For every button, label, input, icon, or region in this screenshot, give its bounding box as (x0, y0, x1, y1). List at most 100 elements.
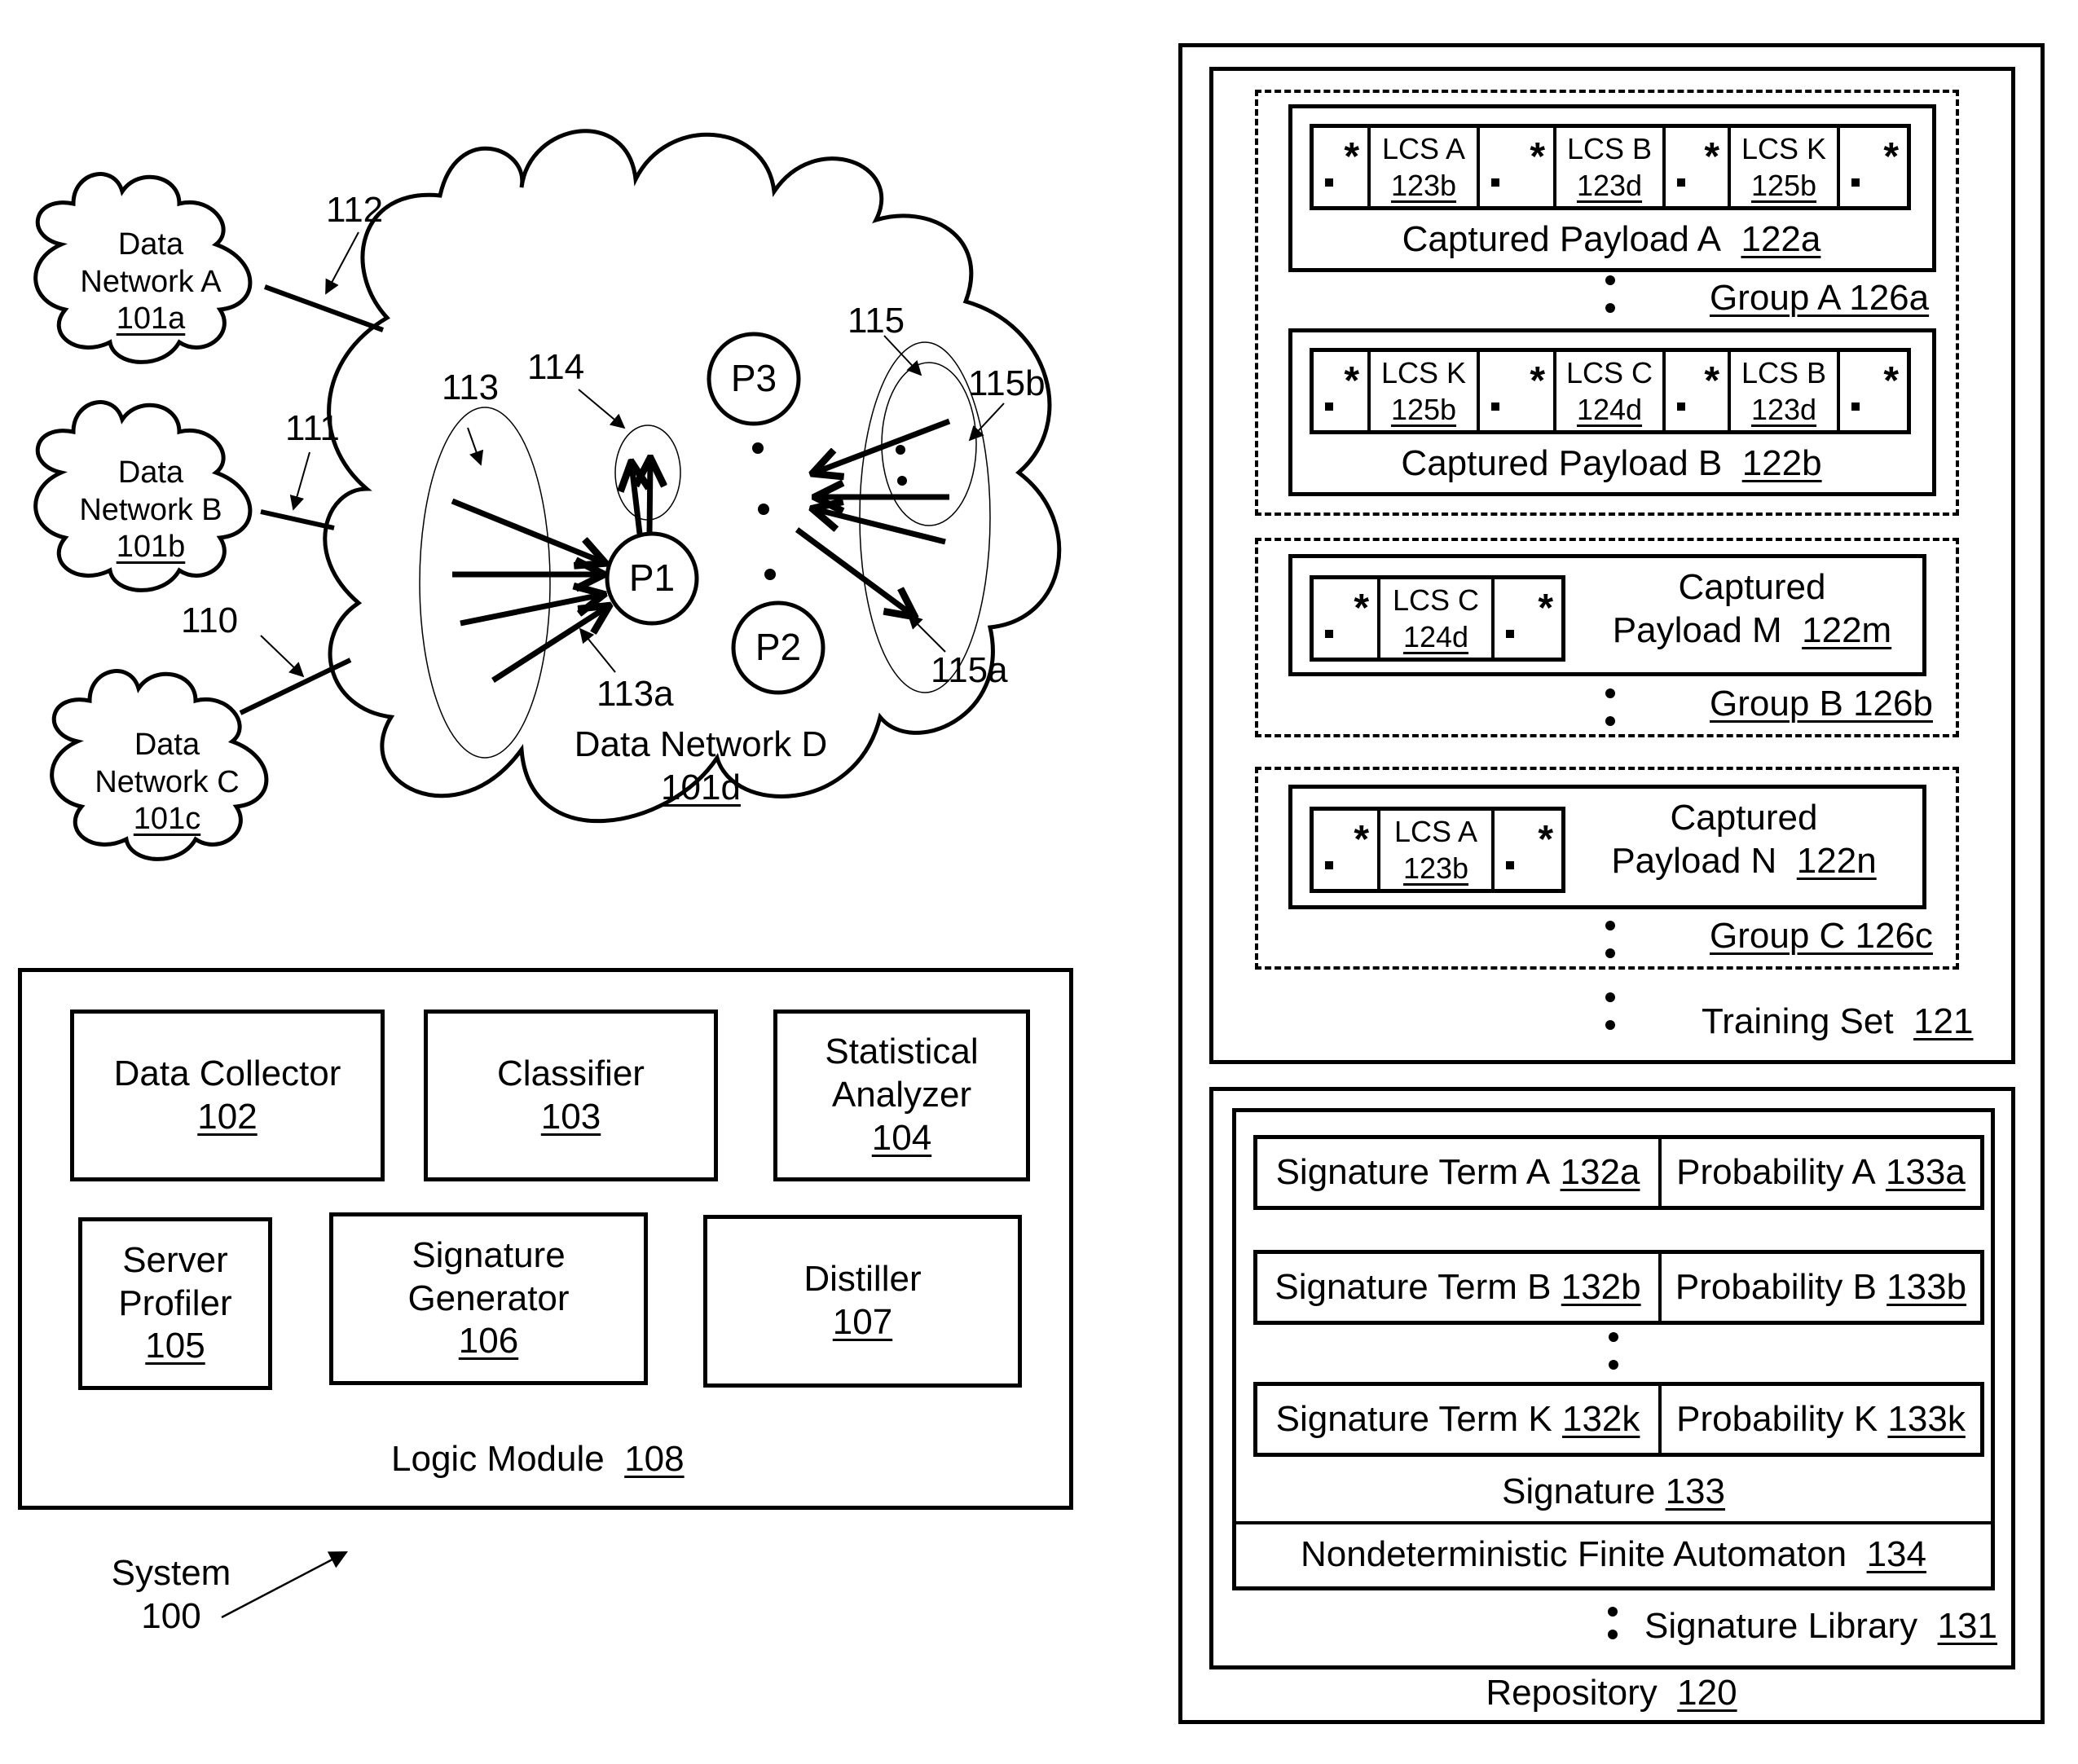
wildcard-dot-icon (1677, 178, 1685, 187)
probability-ref: 133k (1887, 1399, 1966, 1439)
lcs-name: LCS K (1380, 356, 1467, 389)
lcs-ref: 125b (1390, 393, 1457, 426)
wildcard-star-icon: * (1344, 135, 1359, 178)
wildcard-cell: * (1314, 579, 1380, 658)
lcs-cell: LCS A 123b (1380, 811, 1495, 889)
lcs-ref: 124d (1576, 393, 1643, 426)
lcs-ref: 124d (1402, 620, 1469, 653)
lcs-cell: LCS B 123d (1731, 352, 1840, 430)
system-pointer-arrow (221, 1551, 348, 1619)
wildcard-dot-icon (1325, 403, 1333, 411)
ellipsis-vertical (1609, 1332, 1618, 1388)
callout-112-arrow (325, 231, 359, 295)
cloud-d-ref: 101d (661, 767, 741, 807)
ellipsis-vertical (1605, 688, 1615, 744)
lcs-ref: 123d (1576, 169, 1643, 202)
link-111-line (260, 509, 335, 530)
lcs-name: LCS A (1381, 132, 1466, 165)
probability-label: Probability A (1676, 1152, 1876, 1192)
payload-n-line1: Captured (1670, 798, 1818, 838)
signature-generator-box[interactable]: Signature Generator 106 (329, 1212, 648, 1385)
lcs-cell: LCS C 124d (1556, 352, 1666, 430)
payload-a-title: Captured Payload A 122a (1288, 218, 1935, 262)
distiller-box[interactable]: Distiller 107 (703, 1215, 1022, 1388)
repository-ref: 120 (1677, 1673, 1737, 1713)
ellipsis-dot (764, 569, 776, 580)
statistical-analyzer-line1: Statistical (825, 1032, 979, 1072)
payload-a-label: Captured Payload A (1402, 219, 1722, 259)
signature-library-ref: 131 (1937, 1606, 1997, 1646)
cloud-a-ref: 101a (116, 301, 186, 337)
lcs-ref: 125b (1750, 169, 1817, 202)
ellipsis-dot (896, 445, 905, 455)
wildcard-dot-icon (1851, 403, 1860, 411)
lcs-name: LCS K (1741, 132, 1827, 165)
callout-111-arrow (289, 451, 310, 511)
node-p2-label: P2 (755, 626, 802, 668)
signature-term-label: Signature Term K (1275, 1399, 1552, 1439)
wildcard-star-icon: * (1538, 818, 1553, 861)
callout-111-label: 111 (285, 408, 340, 448)
lcs-cell: LCS C 124d (1380, 579, 1495, 658)
signature-term-cell: Signature Term B 132b (1257, 1254, 1662, 1321)
wildcard-cell: * (1666, 352, 1731, 430)
signature-term-row[interactable]: Signature Term K 132k Probability K 133k (1253, 1382, 1984, 1457)
wildcard-cell: * (1666, 128, 1731, 206)
wildcard-star-icon: * (1530, 135, 1545, 178)
probability-cell: Probability A 133a (1662, 1139, 1980, 1206)
payload-m-title: Captured Payload M 122m (1589, 566, 1915, 653)
wildcard-cell: * (1480, 352, 1556, 430)
callout-112-label: 112 (326, 190, 384, 230)
callout-113a-label: 113a (597, 674, 674, 714)
ellipsis-dot (758, 504, 769, 515)
data-network-a-label: Data Network A 101a (57, 227, 244, 338)
training-set-ref: 121 (1913, 1001, 1974, 1041)
lcs-cell: LCS A 123b (1371, 128, 1480, 206)
lcs-ref: 123b (1402, 851, 1469, 885)
data-collector-ref: 102 (197, 1096, 258, 1137)
lcs-name: LCS C (1392, 583, 1480, 617)
wildcard-dot-icon (1851, 178, 1860, 187)
signature-title: Signature 133 (1232, 1471, 1995, 1514)
signature-term-row[interactable]: Signature Term A 132a Probability A 133a (1253, 1135, 1984, 1210)
cloud-c-line2: Network C (95, 764, 240, 799)
distiller-ref: 107 (832, 1302, 893, 1342)
wildcard-cell: * (1840, 352, 1907, 430)
lcs-name: LCS B (1566, 132, 1653, 165)
ellipsis-vertical (1605, 921, 1615, 976)
classifier-box[interactable]: Classifier 103 (424, 1010, 718, 1181)
lcs-name: LCS A (1393, 815, 1478, 848)
probability-ref: 133b (1886, 1267, 1967, 1307)
wildcard-star-icon: * (1704, 359, 1719, 403)
wildcard-star-icon: * (1704, 135, 1719, 178)
signature-ref: 133 (1665, 1471, 1725, 1511)
statistical-analyzer-line2: Analyzer (831, 1075, 972, 1115)
data-network-b-label: Data Network B 101b (57, 455, 244, 566)
payload-n-line2: Payload N (1611, 840, 1777, 881)
ellipsis-vertical (1605, 275, 1615, 331)
group-c-label: Group C 126c (1710, 916, 1933, 956)
callout-115-label: 115 (847, 301, 905, 341)
lcs-name: LCS B (1741, 356, 1827, 389)
wildcard-dot-icon (1325, 861, 1333, 869)
wildcard-dot-icon (1506, 861, 1514, 869)
data-network-c-label: Data Network C 101c (73, 727, 261, 838)
signature-term-ref: 132k (1561, 1399, 1640, 1439)
cloud-b-line1: Data (117, 455, 184, 490)
wildcard-dot-icon (1677, 403, 1685, 411)
server-profiler-box[interactable]: Server Profiler 105 (78, 1217, 272, 1390)
signature-term-ref: 132b (1561, 1267, 1641, 1307)
data-collector-box[interactable]: Data Collector 102 (70, 1010, 385, 1181)
group-a-label: Group A 126a (1710, 278, 1930, 318)
signature-term-row[interactable]: Signature Term B 132b Probability B 133b (1253, 1250, 1984, 1325)
distiller-label: Distiller (803, 1259, 922, 1300)
wildcard-cell: * (1495, 579, 1561, 658)
signature-term-label: Signature Term B (1275, 1267, 1552, 1307)
wildcard-dot-icon (1491, 403, 1499, 411)
signature-label: Signature (1501, 1471, 1656, 1511)
callout-110-arrow (260, 635, 305, 678)
statistical-analyzer-box[interactable]: Statistical Analyzer 104 (773, 1010, 1030, 1181)
signature-generator-ref: 106 (458, 1321, 519, 1361)
lcs-ref: 123d (1750, 393, 1817, 426)
wildcard-cell: * (1314, 352, 1371, 430)
